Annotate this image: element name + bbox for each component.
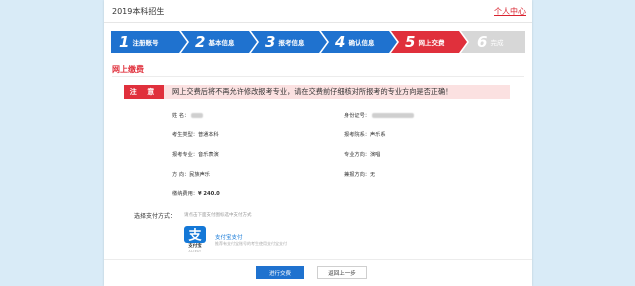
- name-label: 姓 名：: [172, 113, 190, 119]
- notice-tag: 注 意: [124, 85, 164, 99]
- main-panel: 2019本科招生 个人中心 1 注册账号 2 基本信息 3 报考信息 4 确认信…: [104, 0, 532, 286]
- step-number: 1: [119, 33, 130, 51]
- dual-field: 兼报方向：无: [344, 171, 375, 178]
- alipay-logo-sub: ALIPAY: [188, 249, 202, 253]
- fee-field: 缴纳费用：¥ 240.0: [172, 190, 220, 197]
- alipay-icon: 支: [184, 226, 206, 243]
- id-label: 身份证号：: [344, 113, 370, 119]
- dual-value: 无: [369, 172, 376, 178]
- major-label: 报考专业：: [172, 152, 198, 158]
- alipay-name[interactable]: 支付宝支付: [215, 233, 243, 241]
- step-finish: 6 完成: [461, 31, 525, 53]
- redacted-id: [371, 113, 414, 118]
- id-field: 身份证号：: [344, 112, 414, 119]
- step-number: 3: [265, 33, 276, 51]
- payment-method-label: 选择支付方式：: [134, 213, 177, 220]
- payment-method-hint: 请点击下面支付图标选中支付方式: [184, 213, 252, 218]
- alipay-description: 推荐有支付宝账号的考生使用支付宝支付: [215, 241, 287, 246]
- step-apply-info[interactable]: 3 报考信息: [251, 31, 327, 53]
- type-value: 普通本科: [197, 132, 219, 138]
- user-center-link[interactable]: 个人中心: [494, 6, 526, 17]
- step-progress: 1 注册账号 2 基本信息 3 报考信息 4 确认信息 5 网上交费 6 完成: [111, 31, 525, 53]
- major-field: 报考专业：音乐表演: [172, 151, 219, 158]
- step-label: 确认信息: [348, 39, 375, 47]
- divider: [104, 259, 532, 260]
- fee-label: 缴纳费用：: [172, 191, 198, 197]
- step-online-payment[interactable]: 5 网上交费: [391, 31, 467, 53]
- step-confirm-info[interactable]: 4 确认信息: [321, 31, 397, 53]
- page-header-title: 2019本科招生: [112, 6, 165, 16]
- step-label: 报考信息: [278, 39, 305, 47]
- direction-field: 专业方向：演唱: [344, 151, 380, 158]
- major-value: 音乐表演: [197, 152, 219, 158]
- step-number: 4: [335, 33, 346, 51]
- step-register[interactable]: 1 注册账号: [111, 31, 187, 53]
- redacted-name: [191, 113, 204, 118]
- pay-button[interactable]: 进行交费: [256, 266, 304, 279]
- section-title: 网上缴费: [112, 65, 144, 74]
- step-basic-info[interactable]: 2 基本信息: [181, 31, 257, 53]
- step-label: 基本信息: [208, 39, 235, 47]
- back-button[interactable]: 返回上一步: [317, 266, 367, 279]
- alipay-option[interactable]: 支 支付宝 ALIPAY: [184, 226, 206, 253]
- dept-label: 报考院系：: [344, 132, 370, 138]
- svg-text:支: 支: [188, 228, 202, 242]
- dual-label: 兼报方向：: [344, 172, 370, 178]
- direction-label: 专业方向：: [344, 152, 370, 158]
- step-number: 2: [195, 33, 206, 51]
- type-label: 考生类型：: [172, 132, 198, 138]
- step-number: 5: [405, 33, 416, 51]
- step-label: 完成: [490, 39, 504, 47]
- top-bar: 2019本科招生 个人中心: [104, 0, 532, 23]
- type-field: 考生类型：普通本科: [172, 131, 219, 138]
- step-number: 6: [477, 33, 488, 51]
- dept-value: 声乐系: [369, 132, 386, 138]
- dept-field: 报考院系：声乐系: [344, 131, 386, 138]
- direction-value: 演唱: [369, 152, 381, 158]
- fee-value: ¥ 240.0: [197, 191, 220, 197]
- dir2-label: 方 向：: [172, 172, 190, 178]
- step-label: 注册账号: [132, 39, 159, 47]
- dir2-field: 方 向：民族声乐: [172, 171, 210, 178]
- notice-message: 网上交费后将不再允许修改报考专业，请在交费前仔细核对所报考的专业方向是否正确！: [172, 87, 453, 96]
- dir2-value: 民族声乐: [189, 172, 210, 178]
- step-label: 网上交费: [418, 39, 445, 47]
- name-field: 姓 名：: [172, 112, 204, 119]
- alipay-glyph-icon: 支: [188, 228, 202, 242]
- notice-banner: 注 意 网上交费后将不再允许修改报考专业，请在交费前仔细核对所报考的专业方向是否…: [124, 85, 510, 99]
- divider: [112, 76, 524, 77]
